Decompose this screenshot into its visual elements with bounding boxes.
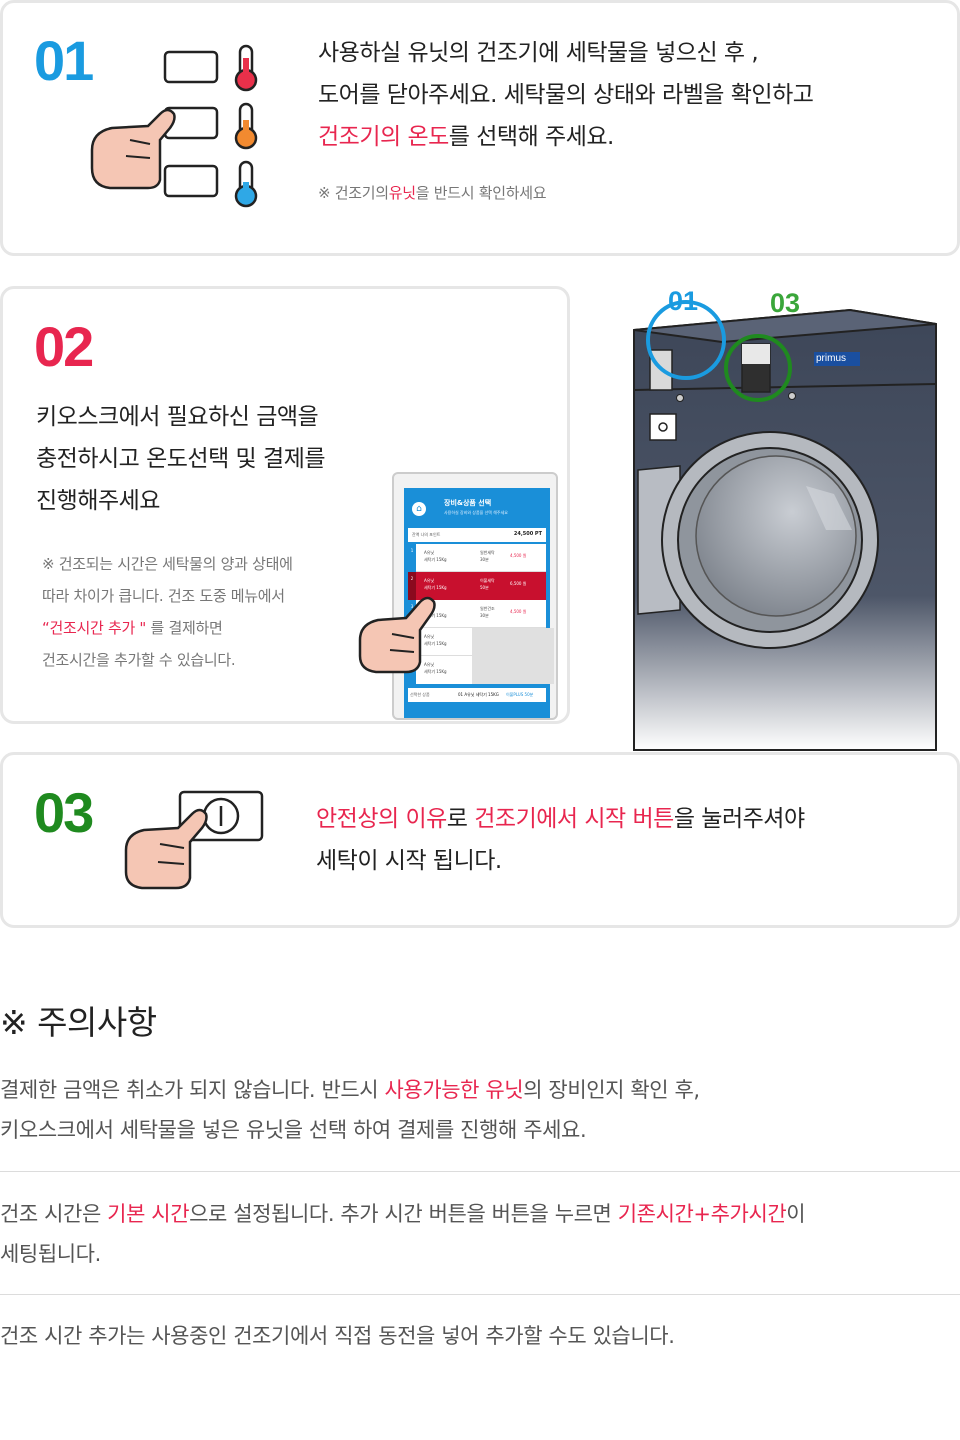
step2-note3-rest: 를 결제하면 (146, 619, 223, 637)
start-button-illustration (124, 790, 264, 890)
hand-pointer-icon (358, 596, 436, 674)
machine-brand-logo: primus (816, 353, 847, 364)
step1-number: 01 (34, 29, 94, 92)
kiosk-row-time: 30분 (480, 557, 489, 562)
thermometer-warm-icon (234, 102, 258, 150)
kiosk-row-opt: 일반세탁 (480, 550, 495, 555)
kiosk-row-opt: 일반건조 (480, 606, 495, 611)
power-button-icon (202, 797, 240, 835)
kiosk-subtitle: 사용하실 장비와 상품을 선택 해주세요 (444, 510, 508, 515)
step3-text2: 을 눌러주셔야 (673, 806, 805, 832)
home-icon: ⌂ (412, 502, 426, 516)
thermometer-cold-icon (234, 160, 258, 208)
step2-note3-highlight: “건조시간 추가 " (42, 619, 147, 637)
kiosk-balance-label: 잔액 나의 포인트 (412, 532, 441, 537)
step3-highlight2: 건조기에서 시작 버튼 (474, 806, 674, 832)
step2-line2: 충전하시고 온도선택 및 결제를 (36, 446, 326, 472)
step1-line3-rest: 를 선택해 주세요. (448, 124, 615, 150)
caution-item-3: 건조 시간 추가는 사용중인 건조기에서 직접 동전을 넣어 추가할 수도 있습… (0, 1324, 675, 1348)
kiosk-row-time: 30분 (480, 613, 489, 618)
step3-highlight1: 안전상의 이유 (316, 806, 447, 832)
kiosk-row-price: 4,500 원 (510, 553, 527, 558)
kiosk-row-empty (472, 628, 554, 656)
caution-item-2-line2: 세팅됩니다. (0, 1242, 101, 1266)
caution-title: ※ 주의사항 (0, 1003, 157, 1042)
caution-item-1-text-b: 의 장비인지 확인 후, (523, 1078, 700, 1102)
step1-note-prefix: ※ 건조기의 (318, 184, 389, 202)
step2-note4: 건조시간을 추가할 수 있습니다. (42, 651, 236, 669)
caution-item-1: 결제한 금액은 취소가 되지 않습니다. 반드시 사용가능한 유닛의 장비인지 … (0, 1070, 960, 1150)
kiosk-balance: 잔액 나의 포인트 24,500 PT (408, 528, 546, 542)
step1-note: ※ 건조기의유닛을 반드시 확인하세요 (318, 182, 547, 203)
kiosk-header: ⌂ 장비&상품 선택 사용하실 장비와 상품을 선택 해주세요 (408, 492, 546, 528)
step2-note2: 따라 차이가 큽니다. 건조 도중 메뉴에서 (42, 587, 285, 605)
kiosk-footer-accent: 이불PLUS 50분 (506, 692, 534, 697)
step3-number: 03 (34, 781, 94, 844)
step2-line1: 키오스크에서 필요하신 금액을 (36, 404, 319, 430)
kiosk-balance-value: 24,500 PT (513, 531, 542, 537)
kiosk-row-price: 6,500 원 (510, 581, 527, 586)
kiosk-footer: 선택한 상품 01 A유닛 세탁기 15KG 이불PLUS 50분 (408, 688, 546, 702)
kiosk-footer-value: 01 A유닛 세탁기 15KG (458, 692, 499, 697)
step3-line2: 세탁이 시작 됩니다. (316, 848, 502, 874)
kiosk-row-empty (472, 656, 554, 684)
caution-item-1-line2: 키오스크에서 세탁물을 넣은 유닛을 선택 하여 결제를 진행해 주세요. (0, 1118, 587, 1142)
kiosk-row-unit: A유닛 (424, 550, 435, 555)
step2-note: ※ 건조되는 시간은 세탁물의 양과 상태에 따라 차이가 큽니다. 건조 도중… (42, 548, 382, 676)
step3-text1: 로 (446, 806, 475, 832)
kiosk-footer-label: 선택한 상품 (410, 692, 430, 697)
kiosk-title: 장비&상품 선택 (444, 499, 492, 507)
kiosk-row-opt: 이불세탁 (480, 578, 495, 583)
divider (0, 1294, 960, 1295)
divider (0, 1171, 960, 1172)
caution-item-1-text-a: 결제한 금액은 취소가 되지 않습니다. 반드시 (0, 1078, 385, 1102)
caution-item-2: 건조 시간은 기본 시간으로 설정됩니다. 추가 시간 버튼을 버튼을 누르면 … (0, 1194, 960, 1274)
step2-note1: ※ 건조되는 시간은 세탁물의 양과 상태에 (42, 555, 293, 573)
step1-highlight: 건조기의 온도 (318, 124, 449, 150)
hand-pointer-icon (90, 108, 176, 190)
caution-item-1-line1: 결제한 금액은 취소가 되지 않습니다. 반드시 사용가능한 유닛의 장비인지 … (0, 1070, 960, 1110)
step3-text: 안전상의 이유로 건조기에서 시작 버튼을 눌러주셔야 세탁이 시작 됩니다. (316, 798, 946, 882)
caution-item-2-highlight1: 기본 시간 (107, 1202, 190, 1226)
step2-number: 02 (34, 315, 94, 378)
step1-note-highlight: 유닛 (388, 184, 416, 202)
step2-line3: 진행해주세요 (36, 488, 160, 514)
kiosk-row-time: 50분 (480, 585, 489, 590)
caution-item-1-highlight: 사용가능한 유닛 (384, 1078, 524, 1102)
step1-line1: 사용하실 유닛의 건조기에 세탁물을 넣으신 후 , (318, 40, 759, 66)
step1-text: 사용하실 유닛의 건조기에 세탁물을 넣으신 후 , 도어를 닫아주세요. 세탁… (318, 32, 938, 158)
kiosk-row-name: 세탁기 15Kg (424, 557, 447, 562)
step1-line2: 도어를 닫아주세요. 세탁물의 상태와 라벨을 확인하고 (318, 82, 814, 108)
step1-note-suffix: 을 반드시 확인하세요 (415, 184, 547, 202)
step2-note3: “건조시간 추가 " 를 결제하면 (42, 612, 382, 644)
temperature-select-illustration (90, 44, 258, 208)
kiosk-row-no: 1 (408, 544, 416, 572)
caution-item-2-text-b: 으로 설정됩니다. 추가 시간 버튼을 버튼을 누르면 (189, 1202, 618, 1226)
machine-label-01: 01 (668, 286, 699, 316)
thermometer-hot-icon (234, 44, 258, 92)
caution-item-2-line1: 건조 시간은 기본 시간으로 설정됩니다. 추가 시간 버튼을 버튼을 누르면 … (0, 1194, 960, 1234)
step2-text: 키오스크에서 필요하신 금액을 충전하시고 온도선택 및 결제를 진행해주세요 (36, 396, 416, 522)
caution-item-2-text-c: 이 (786, 1202, 806, 1226)
step1-line3: 건조기의 온도를 선택해 주세요. (318, 116, 938, 158)
caution-item-2-text-a: 건조 시간은 (0, 1202, 108, 1226)
hand-pointer-icon (124, 808, 208, 890)
kiosk-row[interactable]: 1 A유닛 세탁기 15Kg 일반세탁 30분 4,500 원 (408, 544, 546, 572)
machine-label-03: 03 (770, 288, 801, 318)
dryer-machine-illustration (633, 300, 937, 751)
kiosk-row-price: 4,500 원 (510, 609, 527, 614)
kiosk-row-unit: A유닛 (424, 578, 435, 583)
step3-line1: 안전상의 이유로 건조기에서 시작 버튼을 눌러주셔야 (316, 798, 946, 840)
caution-item-2-highlight2: 기존시간+추가시간 (617, 1202, 787, 1226)
